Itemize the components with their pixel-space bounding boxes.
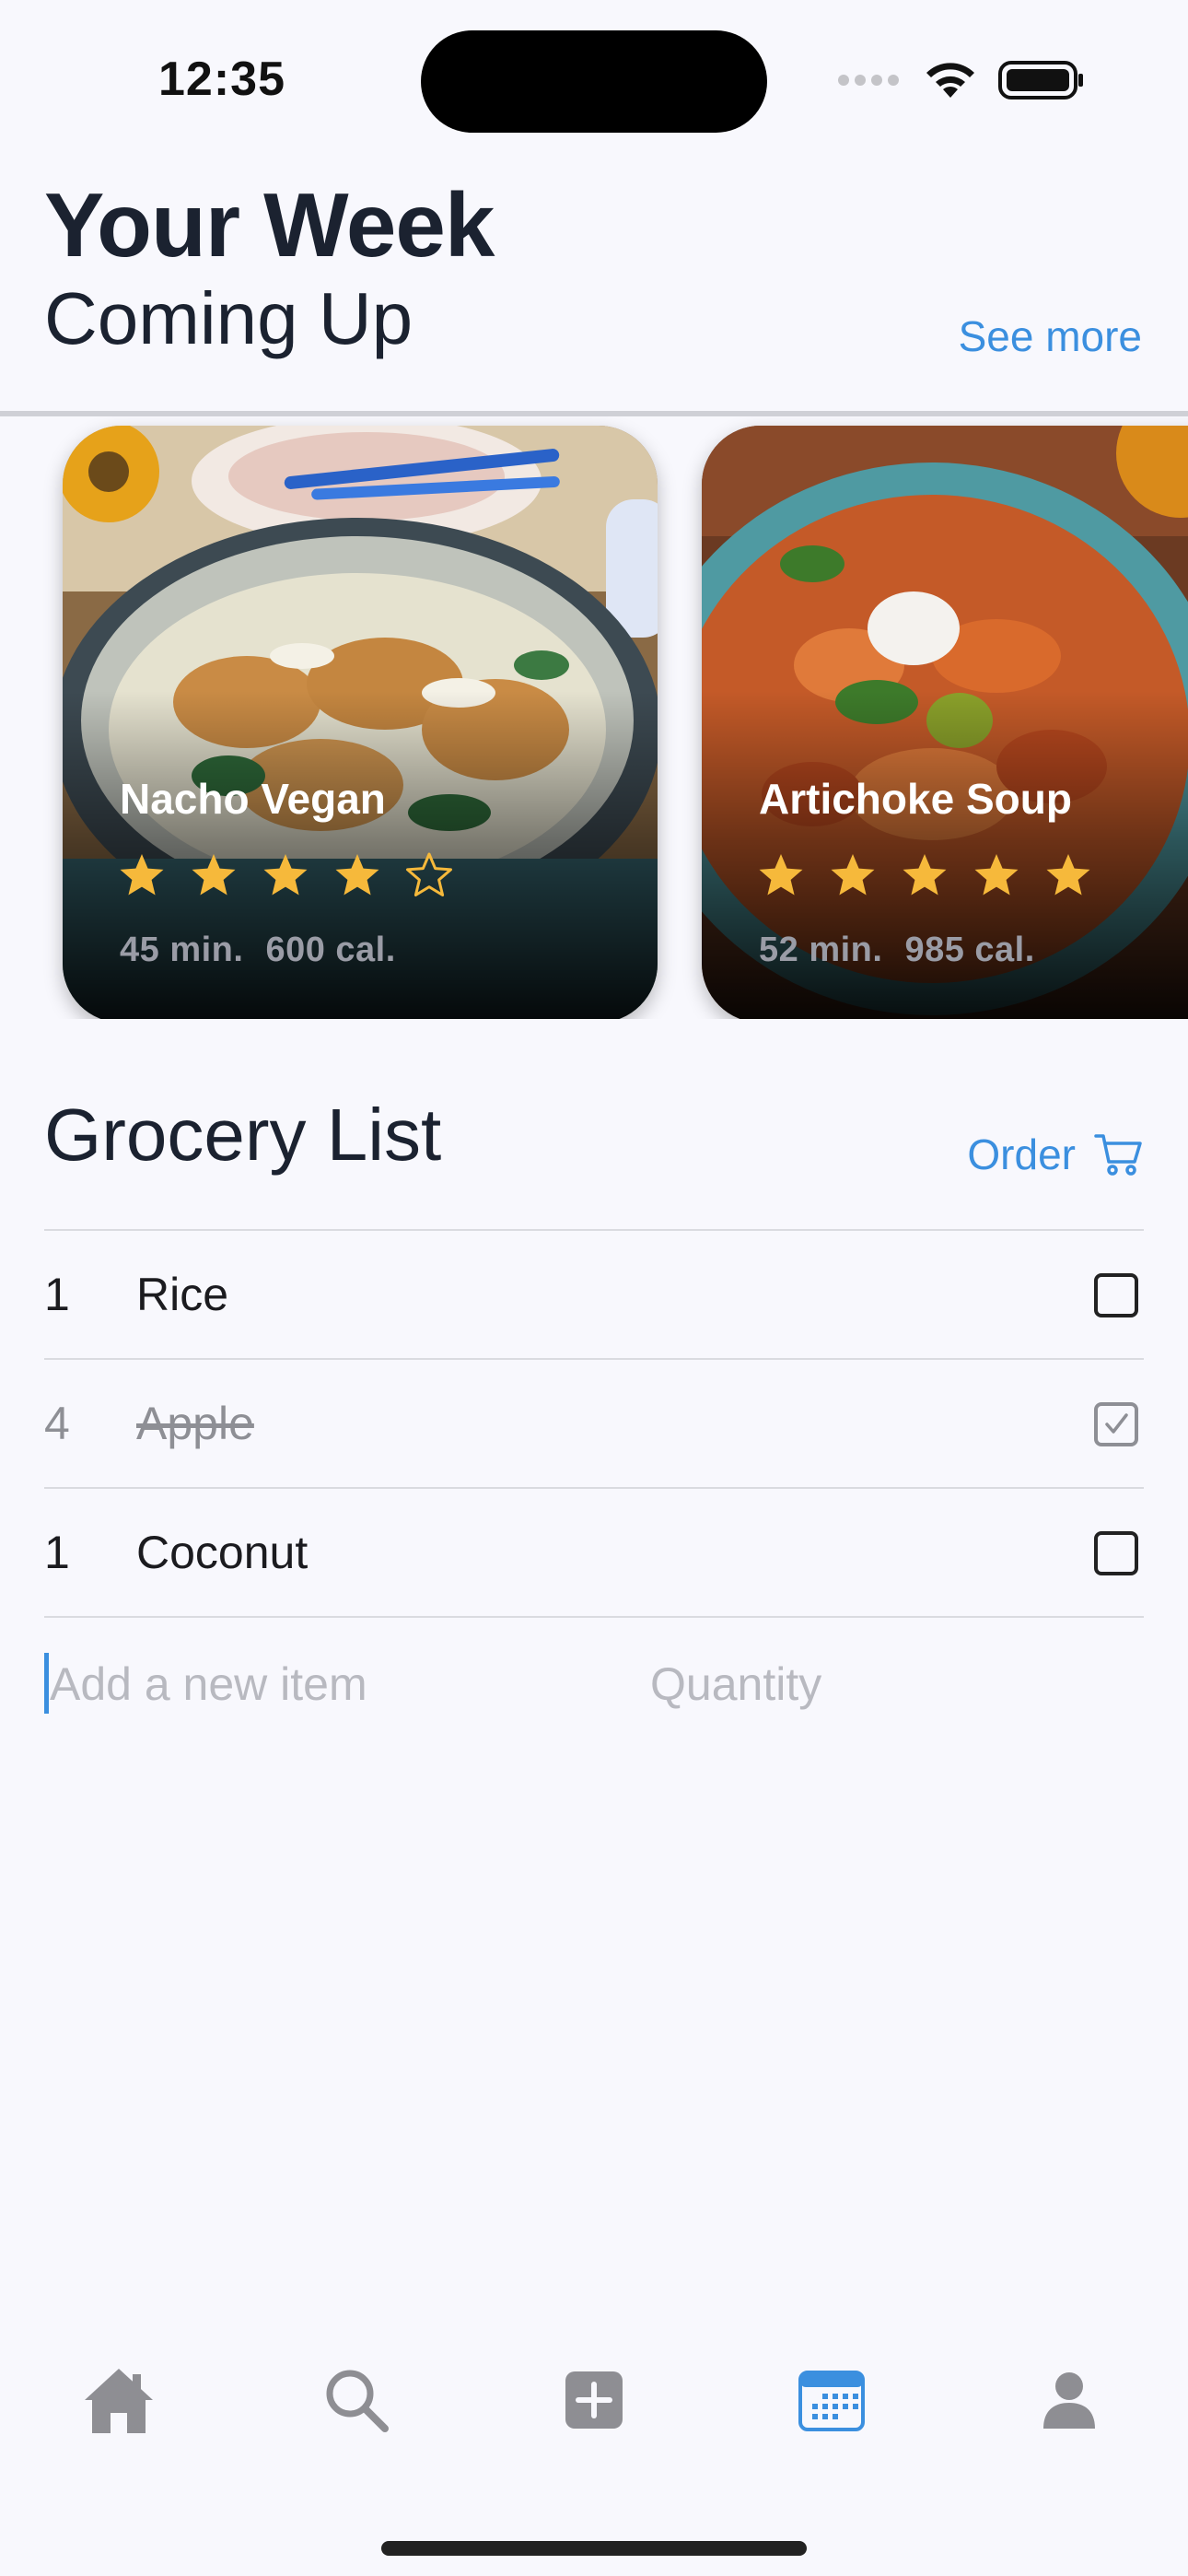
recipe-card[interactable]: Nacho Vegan 45 min. 600 cal. (63, 426, 658, 1019)
app-screen: 12:35 Your Week Coming Up See more Nacho… (0, 0, 1188, 2576)
cart-icon (1094, 1134, 1142, 1176)
star-filled-icon (903, 854, 947, 896)
home-indicator (381, 2541, 807, 2556)
search-icon (326, 2370, 389, 2432)
rating-stars (118, 851, 453, 899)
checkmark-icon (1105, 1413, 1128, 1434)
item-quantity: 4 (44, 1398, 70, 1449)
item-quantity: 1 (44, 1269, 70, 1320)
item-name: Rice (136, 1269, 229, 1320)
tab-bar (0, 2359, 1188, 2447)
item-checkbox[interactable] (1094, 1531, 1138, 1575)
rating-stars (757, 851, 1092, 899)
item-checkbox[interactable] (1094, 1273, 1138, 1317)
battery-icon (998, 61, 1083, 100)
home-icon (85, 2369, 153, 2433)
recipe-title: Artichoke Soup (759, 775, 1072, 823)
recipe-calories: 600 cal. (265, 931, 396, 969)
order-label: Order (967, 1130, 1076, 1178)
status-icons (836, 57, 1085, 103)
star-filled-icon (192, 854, 236, 896)
star-filled-icon (1046, 854, 1090, 896)
recipe-time: 52 min. (759, 931, 883, 969)
person-icon (1043, 2372, 1095, 2429)
divider (44, 1616, 1144, 1618)
recipe-meta: 52 min. 985 cal. (759, 931, 1035, 970)
recipe-time: 45 min. (120, 931, 244, 969)
page-title: Your Week (44, 174, 495, 275)
grocery-item[interactable]: 1 Rice (44, 1229, 1144, 1358)
star-filled-icon (759, 854, 803, 896)
section-title-grocery-list: Grocery List (44, 1094, 442, 1176)
recipe-carousel[interactable]: Nacho Vegan 45 min. 600 cal. Artichoke S… (0, 411, 1188, 1019)
status-time: 12:35 (158, 53, 285, 106)
new-item-input[interactable] (44, 1655, 615, 1714)
calendar-icon (798, 2371, 865, 2431)
dynamic-island (421, 30, 767, 133)
quantity-input[interactable] (650, 1655, 1019, 1714)
item-name: Coconut (136, 1527, 309, 1578)
plus-square-icon (565, 2371, 623, 2429)
recipe-meta: 45 min. 600 cal. (120, 931, 396, 970)
item-name: Apple (136, 1398, 254, 1449)
tab-search[interactable] (315, 2359, 398, 2441)
recipe-calories: 985 cal. (904, 931, 1035, 969)
grocery-list: 1 Rice 4 Apple 1 Coconut (44, 1229, 1144, 1618)
star-filled-icon (974, 854, 1019, 896)
grocery-item[interactable]: 1 Coconut (44, 1487, 1144, 1616)
star-filled-icon (263, 854, 308, 896)
see-more-link[interactable]: See more (959, 311, 1142, 361)
tab-add[interactable] (553, 2359, 635, 2441)
grocery-item[interactable]: 4 Apple (44, 1358, 1144, 1487)
item-quantity: 1 (44, 1527, 70, 1578)
star-filled-icon (335, 854, 379, 896)
section-title-coming-up: Coming Up (44, 277, 413, 359)
tab-home[interactable] (77, 2359, 160, 2441)
star-filled-icon (831, 854, 875, 896)
item-checkbox[interactable] (1094, 1402, 1138, 1446)
star-filled-icon (120, 854, 164, 896)
recipe-card[interactable]: Artichoke Soup 52 min. 985 cal. (702, 426, 1188, 1019)
tab-calendar[interactable] (790, 2359, 873, 2441)
star-empty-icon (406, 852, 452, 896)
recipe-title: Nacho Vegan (120, 775, 386, 823)
tab-profile[interactable] (1028, 2359, 1111, 2441)
cellular-signal-icon (838, 75, 899, 86)
wifi-icon (926, 63, 974, 98)
order-button[interactable]: Order (967, 1130, 1142, 1179)
